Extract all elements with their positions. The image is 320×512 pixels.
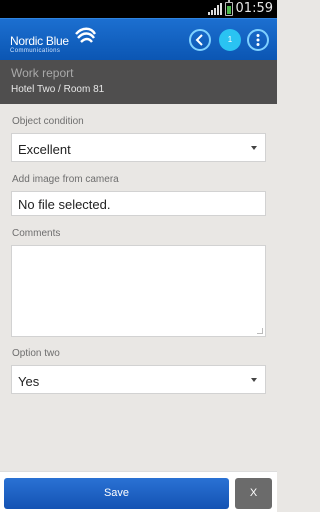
footer-bar: Save X (0, 471, 277, 512)
page-subtitle: Hotel Two / Room 81 (11, 84, 105, 95)
more-options-button[interactable] (247, 29, 269, 51)
status-time: 01:59 (235, 1, 273, 16)
comments-textarea[interactable] (11, 245, 266, 337)
option-two-label: Option two (12, 348, 60, 359)
dropdown-caret-icon (251, 378, 257, 382)
app-bar: Nordic Blue Communications 1 (0, 18, 277, 60)
more-vertical-icon (256, 34, 260, 46)
chevron-left-icon (195, 34, 203, 46)
save-button[interactable]: Save (4, 478, 229, 509)
page-title: Work report (11, 66, 74, 80)
back-button[interactable] (189, 29, 211, 51)
brand-name: Nordic Blue (10, 34, 69, 48)
option-two-select[interactable]: Yes (11, 365, 266, 394)
brand-swoosh-icon (75, 27, 96, 43)
signal-icon (208, 3, 222, 15)
object-condition-select[interactable]: Excellent (11, 133, 266, 162)
comments-label: Comments (12, 228, 61, 239)
brand-logo: Nordic Blue Communications (10, 26, 110, 56)
object-condition-label: Object condition (12, 116, 84, 127)
close-button[interactable]: X (235, 478, 272, 509)
image-upload-label: Add image from camera (12, 174, 119, 185)
battery-icon (225, 0, 233, 16)
resize-handle-icon[interactable] (257, 328, 263, 334)
image-file-status: No file selected. (18, 197, 111, 212)
image-file-input[interactable]: No file selected. (11, 191, 266, 216)
object-condition-value: Excellent (18, 142, 71, 157)
option-two-value: Yes (18, 374, 40, 389)
page-header: Work report Hotel Two / Room 81 (0, 60, 277, 104)
status-bar: 01:59 (0, 0, 277, 18)
notification-count-badge[interactable]: 1 (219, 29, 241, 51)
brand-subtitle: Communications (10, 48, 61, 54)
dropdown-caret-icon (251, 146, 257, 150)
